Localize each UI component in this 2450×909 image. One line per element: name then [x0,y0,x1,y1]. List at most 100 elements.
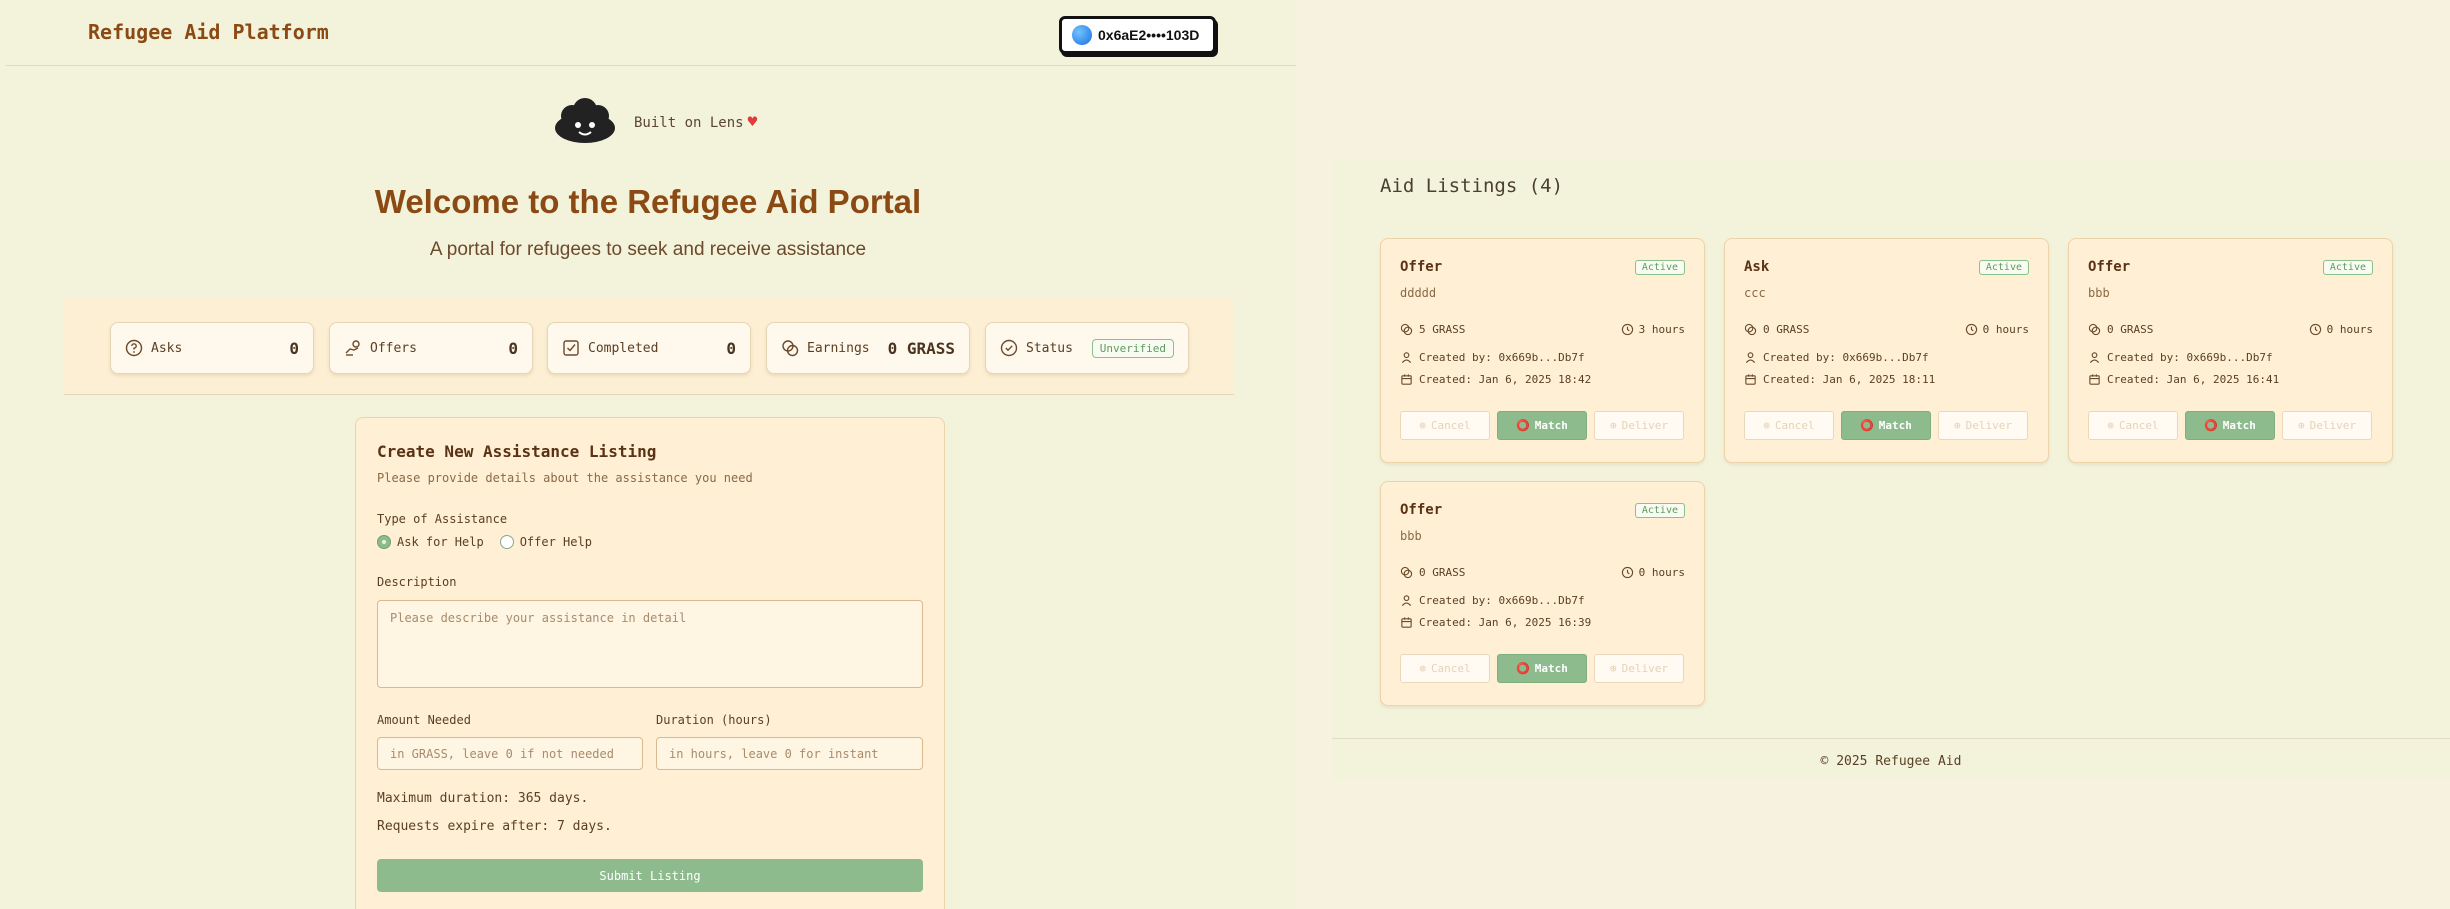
description-input[interactable] [377,600,923,688]
form-subtitle: Please provide details about the assista… [377,471,753,485]
stat-label: Offers [370,340,417,356]
listing-description: ddddd [1400,286,1437,300]
calendar-icon [1744,373,1757,386]
clock-icon [1621,566,1634,579]
listing-duration: 0 hours [1621,566,1685,579]
status-badge: Active [1634,260,1685,275]
clock-icon [1965,323,1978,336]
duration-input[interactable] [656,737,923,770]
lens-logo-icon [555,98,615,143]
stat-value: 0 GRASS [887,338,955,358]
listing-creator: Created by: 0x669b...Db7f [1744,351,1929,364]
wallet-avatar-icon [1072,25,1092,45]
package-icon: ⊕ [1954,419,1961,432]
listing-amount: 0 GRASS [1744,323,1809,336]
amount-input[interactable] [377,737,643,770]
footer-divider [1332,738,2450,739]
listing-created: Created: Jan 6, 2025 18:11 [1744,373,1935,386]
user-icon [1400,594,1413,607]
cancel-button[interactable]: ⊗ Cancel [2088,411,2178,440]
handshake-icon: ⭕ [1860,419,1874,432]
user-icon [1400,351,1413,364]
listing-type: Offer [1400,502,1443,518]
expire-info: Requests expire after: 7 days. [377,819,612,834]
amount-label: Amount Needed [377,713,471,727]
listing-actions: ⊗ Cancel ⭕ Match ⊕ Deliver [1400,411,1684,440]
listing-card: Offer Active bbb 0 GRASS 0 hours Created… [1380,481,1705,706]
main-panel: Refugee Aid Platform 0x6aE2••••103D Buil… [0,0,1296,909]
listing-card: Offer Active ddddd 5 GRASS 3 hours Creat… [1380,238,1705,463]
user-icon [1744,351,1757,364]
listing-description: bbb [1400,529,1422,543]
wallet-address: 0x6aE2••••103D [1098,27,1200,43]
deliver-button[interactable]: ⊕ Deliver [2282,411,2372,440]
footer-text: © 2025 Refugee Aid [1820,754,1962,769]
x-circle-icon: ⊗ [1763,419,1770,432]
assistance-type-radio-group: Ask for Help Offer Help [377,535,592,549]
listing-amount: 5 GRASS [1400,323,1465,336]
listing-actions: ⊗ Cancel ⭕ Match ⊕ Deliver [1744,411,2028,440]
match-button[interactable]: ⭕ Match [2185,411,2275,440]
app-brand[interactable]: Refugee Aid Platform [88,20,329,44]
cancel-button[interactable]: ⊗ Cancel [1400,654,1490,683]
listing-amount: 0 GRASS [2088,323,2153,336]
coins-icon [2088,323,2101,336]
status-badge: Active [2322,260,2373,275]
listing-card: Offer Active bbb 0 GRASS 0 hours Created… [2068,238,2393,463]
type-label: Type of Assistance [377,512,508,526]
listing-amount: 0 GRASS [1400,566,1465,579]
deliver-button[interactable]: ⊕ Deliver [1594,411,1684,440]
check-square-icon [562,339,580,357]
listing-duration: 0 hours [1965,323,2029,336]
listing-type: Ask [1744,259,1770,275]
calendar-icon [1400,373,1413,386]
top-bar: Refugee Aid Platform 0x6aE2••••103D [6,0,1296,66]
listing-creator: Created by: 0x669b...Db7f [2088,351,2273,364]
listings-panel: Aid Listings (4) Offer Active ddddd 5 GR… [1332,160,2450,780]
question-icon [125,339,143,357]
listing-description: ccc [1744,286,1766,300]
listing-type: Offer [2088,259,2131,275]
user-icon [2088,351,2101,364]
lens-text: Built on Lens ♥ [634,111,758,131]
x-circle-icon: ⊗ [1419,419,1426,432]
match-button[interactable]: ⭕ Match [1841,411,1931,440]
radio-label: Offer Help [519,535,592,549]
match-button[interactable]: ⭕ Match [1497,411,1587,440]
coins-icon [1400,323,1413,336]
heart-icon: ♥ [747,111,758,131]
create-listing-form: Create New Assistance Listing Please pro… [355,417,945,909]
stat-status: Status Unverified [985,322,1189,374]
radio-offer-help[interactable]: Offer Help [499,535,592,549]
wallet-button[interactable]: 0x6aE2••••103D [1059,16,1216,54]
stat-earnings: Earnings 0 GRASS [766,322,970,374]
deliver-button[interactable]: ⊕ Deliver [1594,654,1684,683]
stat-completed: Completed 0 [547,322,751,374]
deliver-button[interactable]: ⊕ Deliver [1938,411,2028,440]
page-subtitle: A portal for refugees to seek and receiv… [429,239,867,260]
cancel-button[interactable]: ⊗ Cancel [1744,411,1834,440]
radio-dot[interactable] [499,535,514,549]
max-duration-info: Maximum duration: 365 days. [377,791,589,806]
handshake-icon: ⭕ [1516,662,1530,675]
clock-icon [1621,323,1634,336]
radio-ask-for-help[interactable]: Ask for Help [377,535,484,549]
coins-icon [1400,566,1413,579]
radio-dot-selected[interactable] [377,535,391,549]
submit-listing-button[interactable]: Submit Listing [377,859,923,892]
coins-icon [781,339,799,357]
cancel-button[interactable]: ⊗ Cancel [1400,411,1490,440]
stat-asks: Asks 0 [110,322,314,374]
listing-duration: 0 hours [2309,323,2373,336]
calendar-icon [2088,373,2101,386]
stat-value: 0 [289,338,299,358]
listing-created: Created: Jan 6, 2025 18:42 [1400,373,1591,386]
stat-label: Asks [151,340,183,356]
stat-label: Earnings [807,340,870,356]
status-badge: Active [1978,260,2029,275]
listing-duration: 3 hours [1621,323,1685,336]
description-label: Description [377,575,457,589]
listing-creator: Created by: 0x669b...Db7f [1400,594,1585,607]
package-icon: ⊕ [1610,419,1617,432]
match-button[interactable]: ⭕ Match [1497,654,1587,683]
